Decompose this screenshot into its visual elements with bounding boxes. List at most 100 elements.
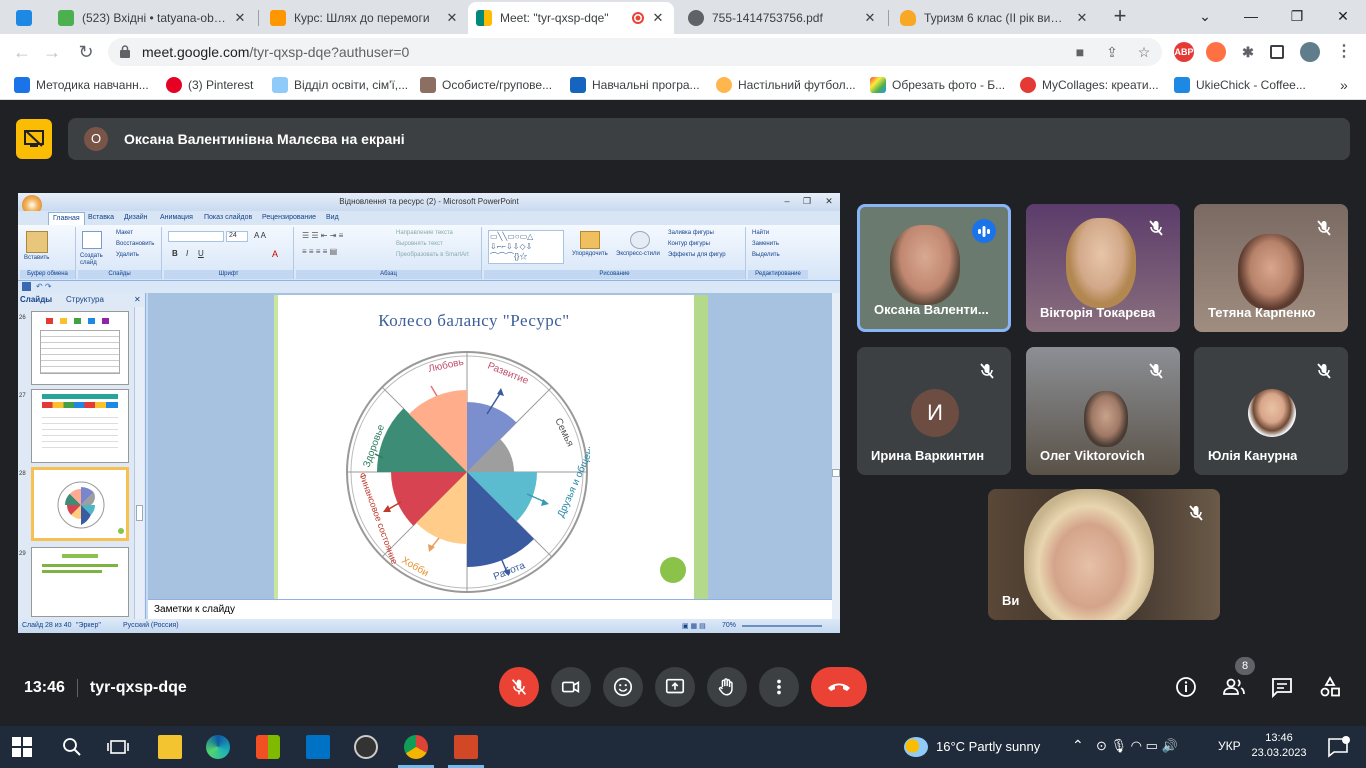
share-icon[interactable]: ⇪ (1102, 42, 1122, 62)
bookmark-item[interactable]: UkieChick - Coffee... (1174, 76, 1306, 94)
slide-thumbnail[interactable] (31, 389, 129, 463)
close-icon[interactable]: ✕ (444, 10, 460, 26)
tab-course[interactable]: Курс: Шлях до перемоги ✕ (262, 2, 468, 34)
more-options-button[interactable] (759, 667, 799, 707)
menu-kebab-icon[interactable]: ⋮ (1334, 42, 1354, 62)
tab-pinned[interactable] (8, 2, 48, 34)
tab-pdf[interactable]: 755-1414753756.pdf ✕ (680, 2, 886, 34)
ppt-menu-insert[interactable]: Вставка (88, 214, 114, 221)
ppt-menu-home[interactable]: Главная (48, 212, 85, 225)
bookmark-item[interactable]: Навчальні програ... (570, 76, 700, 94)
ppt-minimize-button[interactable]: – (776, 193, 798, 209)
slide-scrollbar[interactable] (832, 293, 840, 619)
leave-call-button[interactable] (811, 667, 867, 707)
close-icon[interactable]: ✕ (1074, 10, 1090, 26)
scroll-thumb[interactable] (136, 505, 143, 521)
chevron-up-icon[interactable]: ⌃ (1072, 737, 1084, 754)
bold-icon[interactable]: B (172, 249, 178, 258)
bookmark-item[interactable]: Настільний футбол... (716, 76, 856, 94)
participant-tile[interactable]: Вікторія Токарєва (1026, 204, 1180, 332)
ppt-menu-view[interactable]: Вид (326, 214, 339, 221)
notes-field[interactable]: Заметки к слайду (148, 599, 832, 619)
new-tab-button[interactable]: + (1108, 5, 1132, 29)
camera-toggle-button[interactable] (551, 667, 591, 707)
close-window-button[interactable]: ✕ (1320, 0, 1366, 34)
tab-tourism[interactable]: Туризм 6 клас (ІІ рік вивче ✕ (892, 2, 1098, 34)
tray-icons[interactable]: ⊙ 🎙 ◠ ▭ 🔊 (1096, 738, 1178, 754)
reactions-button[interactable] (603, 667, 643, 707)
reload-button[interactable]: ↻ (74, 41, 98, 63)
url-text[interactable]: meet.google.com/tyr-qxsp-dqe?authuser=0 (142, 44, 409, 60)
bookmark-item[interactable]: Особисте/групове... (420, 76, 552, 94)
tab-meet[interactable]: Meet: "tyr-qxsp-dqe" ✕ (468, 2, 674, 34)
file-explorer-icon[interactable] (158, 735, 182, 759)
close-icon[interactable]: ✕ (650, 10, 666, 26)
tab-outline[interactable]: Структура (66, 295, 104, 304)
task-view-icon[interactable] (106, 735, 130, 759)
restore-button[interactable]: ❐ (1274, 0, 1320, 34)
bookmark-item[interactable]: Обрезать фото - Б... (870, 76, 1005, 94)
shapes-gallery[interactable]: ▭╲╲▭○▭△ ⇩⌐⌐⇩⇩◇⇩ ⌒⌒⌒{}☆ (488, 230, 564, 264)
underline-icon[interactable]: U (198, 249, 204, 258)
participant-tile[interactable]: И Ирина Варкинтин (857, 347, 1011, 475)
bookmark-item[interactable]: (3) Pinterest (166, 76, 253, 94)
sidebar-icon[interactable] (1270, 45, 1284, 59)
close-icon[interactable]: ✕ (232, 10, 248, 26)
back-button[interactable]: ← (10, 41, 34, 63)
edge-icon[interactable] (206, 735, 230, 759)
store-icon[interactable] (256, 735, 280, 759)
search-icon[interactable] (60, 735, 84, 759)
puzzle-extensions-icon[interactable]: ✱ (1238, 42, 1258, 62)
fire-extension-icon[interactable] (1206, 42, 1226, 62)
windows-start-icon[interactable] (12, 737, 32, 757)
bullets-icon[interactable]: ☰ ☰ ⇤ ⇥ ≡ (302, 231, 343, 240)
forward-button[interactable]: → (40, 41, 64, 63)
align-icons[interactable]: ≡ ≡ ≡ ≡ ▤ (302, 247, 337, 256)
ppt-close-button[interactable]: ✕ (818, 193, 840, 209)
adblock-icon[interactable]: ABP (1174, 42, 1194, 62)
activities-icon[interactable] (1318, 675, 1342, 699)
zoom-slider[interactable] (742, 625, 822, 627)
mail-icon[interactable] (306, 735, 330, 759)
raise-hand-button[interactable] (707, 667, 747, 707)
chrome-icon[interactable] (404, 735, 428, 759)
participant-tile[interactable]: Олег Viktorovich (1026, 347, 1180, 475)
slide-thumbnail-selected[interactable] (31, 467, 129, 541)
ppt-menu-design[interactable]: Дизайн (124, 214, 148, 221)
app-w-icon[interactable] (354, 735, 378, 759)
participant-tile-self[interactable]: Ви (988, 489, 1220, 620)
omnibox[interactable]: meet.google.com/tyr-qxsp-dqe?authuser=0 … (108, 38, 1162, 66)
new-slide-icon[interactable] (82, 231, 102, 249)
tab-gmail[interactable]: (523) Вхідні • tatyana-obyh ✕ (50, 2, 256, 34)
tab-slides[interactable]: Слайды (20, 295, 52, 304)
font-size-input[interactable]: 24 (226, 231, 248, 242)
bookmark-item[interactable]: Методика навчанн... (14, 76, 149, 94)
bookmark-item[interactable]: MyCollages: креати... (1020, 76, 1159, 94)
mic-toggle-button[interactable] (499, 667, 539, 707)
notifications-icon[interactable] (1326, 735, 1350, 759)
arrange-icon[interactable] (580, 231, 600, 249)
ppt-menu-slideshow[interactable]: Показ слайдов (204, 214, 252, 221)
italic-icon[interactable]: I (186, 249, 188, 258)
profile-avatar[interactable] (1300, 42, 1320, 62)
ppt-menu-animation[interactable]: Анимация (160, 214, 193, 221)
slide-thumbnail[interactable] (31, 311, 129, 385)
participant-tile[interactable]: Оксана Валенти... (857, 204, 1011, 332)
scroll-thumb[interactable] (832, 469, 840, 477)
meeting-details-icon[interactable] (1174, 675, 1198, 699)
more-bookmarks-icon[interactable]: » (1340, 76, 1348, 94)
quick-styles-icon[interactable] (630, 231, 650, 249)
close-icon[interactable]: ✕ (862, 10, 878, 26)
view-buttons-icon[interactable]: ▣ ▦ ▤ (682, 622, 706, 630)
participant-tile[interactable]: Юлія Канурна (1194, 347, 1348, 475)
participant-tile[interactable]: Тетяна Карпенко (1194, 204, 1348, 332)
panel-scrollbar[interactable] (134, 307, 144, 619)
powerpoint-icon[interactable] (454, 735, 478, 759)
ppt-menu-review[interactable]: Рецензирование (262, 214, 316, 221)
slide-thumbnail[interactable] (31, 547, 129, 617)
save-icon[interactable] (22, 282, 31, 291)
present-screen-button[interactable] (655, 667, 695, 707)
people-icon[interactable] (1222, 675, 1246, 699)
font-name-input[interactable] (168, 231, 224, 242)
weather-icon[interactable] (904, 737, 928, 757)
